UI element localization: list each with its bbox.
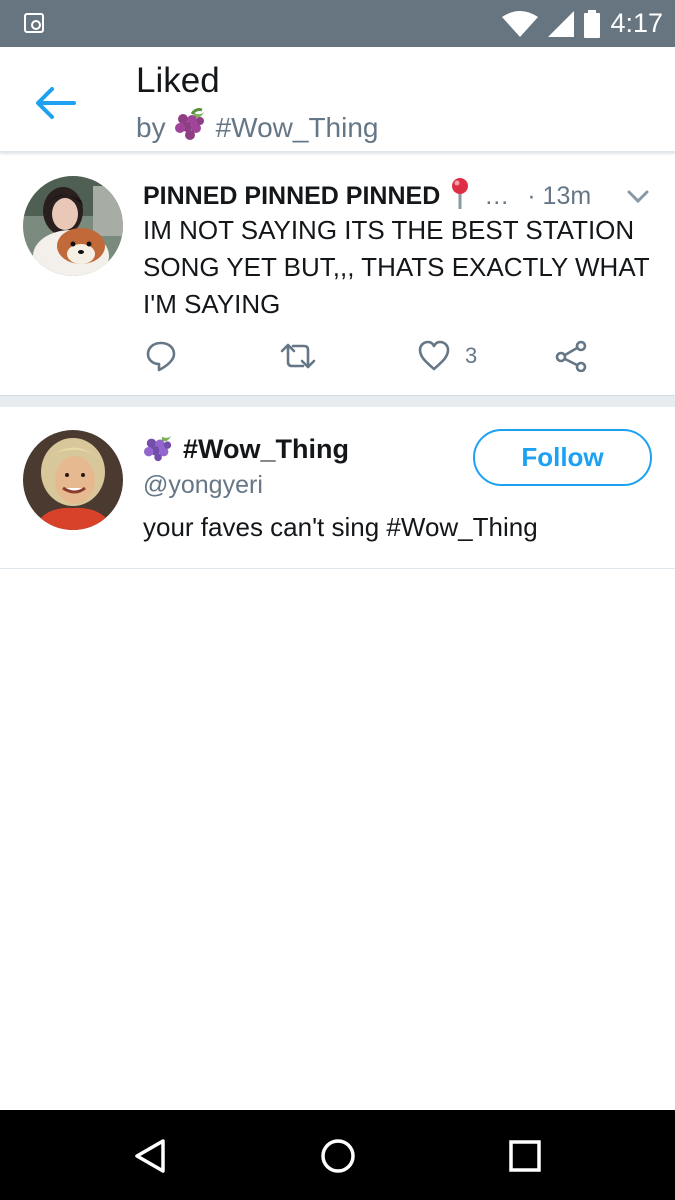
user-handle: @yongyeri xyxy=(143,471,263,499)
tweet-name-ellipsis: … xyxy=(484,182,510,210)
system-nav-bar xyxy=(0,1110,675,1200)
like-button[interactable]: 3 xyxy=(417,340,477,372)
heart-icon xyxy=(418,340,450,371)
user-name[interactable]: #Wow_Thing xyxy=(183,434,349,465)
follow-button[interactable]: Follow xyxy=(473,429,652,486)
user-name-row: #Wow_Thing xyxy=(143,432,349,467)
retweet-icon xyxy=(280,343,316,369)
nav-back-button[interactable] xyxy=(131,1136,171,1176)
user-bio: your faves can't sing #Wow_Thing xyxy=(143,512,538,542)
subtitle-name: #Wow_Thing xyxy=(215,111,379,143)
nav-home-button[interactable] xyxy=(318,1136,358,1176)
user-card[interactable]: #Wow_Thing @yongyeri your faves can't si… xyxy=(0,407,675,569)
chevron-down-icon[interactable] xyxy=(627,182,649,211)
header: Liked by #Wow_Thing xyxy=(0,47,675,153)
recents-square-icon xyxy=(509,1140,541,1172)
retweet-button[interactable] xyxy=(279,340,317,372)
battery-icon xyxy=(584,9,601,38)
share-button[interactable] xyxy=(555,340,589,372)
reply-button[interactable] xyxy=(145,340,177,372)
home-circle-icon xyxy=(321,1139,355,1173)
subtitle-prefix: by xyxy=(136,111,166,143)
tweet-text: IM NOT SAYING ITS THE BEST STATION SONG … xyxy=(143,215,650,319)
signal-icon xyxy=(548,10,575,37)
tweet-time: · 13m xyxy=(527,182,592,210)
header-subtitle: by #Wow_Thing xyxy=(136,108,378,147)
share-icon xyxy=(555,340,587,372)
like-count: 3 xyxy=(465,343,478,368)
round-pushpin-emoji xyxy=(450,177,470,216)
status-bar: 4:17 xyxy=(0,0,675,47)
reply-icon xyxy=(146,341,176,372)
back-button[interactable] xyxy=(34,83,78,123)
wifi-icon xyxy=(502,10,539,37)
tweet-header: PINNED PINNED PINNED … · 13m xyxy=(143,177,655,216)
nav-recents-button[interactable] xyxy=(505,1136,545,1176)
back-arrow-icon xyxy=(36,87,76,119)
back-triangle-icon xyxy=(135,1139,165,1173)
section-divider xyxy=(0,395,675,407)
avatar[interactable] xyxy=(23,430,123,530)
page-title: Liked xyxy=(136,61,220,100)
notification-icon xyxy=(24,13,44,33)
tweet-author-name[interactable]: PINNED PINNED PINNED xyxy=(143,182,440,211)
grapes-emoji xyxy=(143,432,175,467)
status-right: 4:17 xyxy=(502,0,663,47)
tweet-actions: 3 xyxy=(143,340,603,374)
status-time: 4:17 xyxy=(610,8,663,38)
tweet[interactable]: PINNED PINNED PINNED … · 13m IM NOT SAYI… xyxy=(0,155,675,395)
avatar[interactable] xyxy=(23,176,123,276)
grapes-emoji xyxy=(174,108,208,147)
